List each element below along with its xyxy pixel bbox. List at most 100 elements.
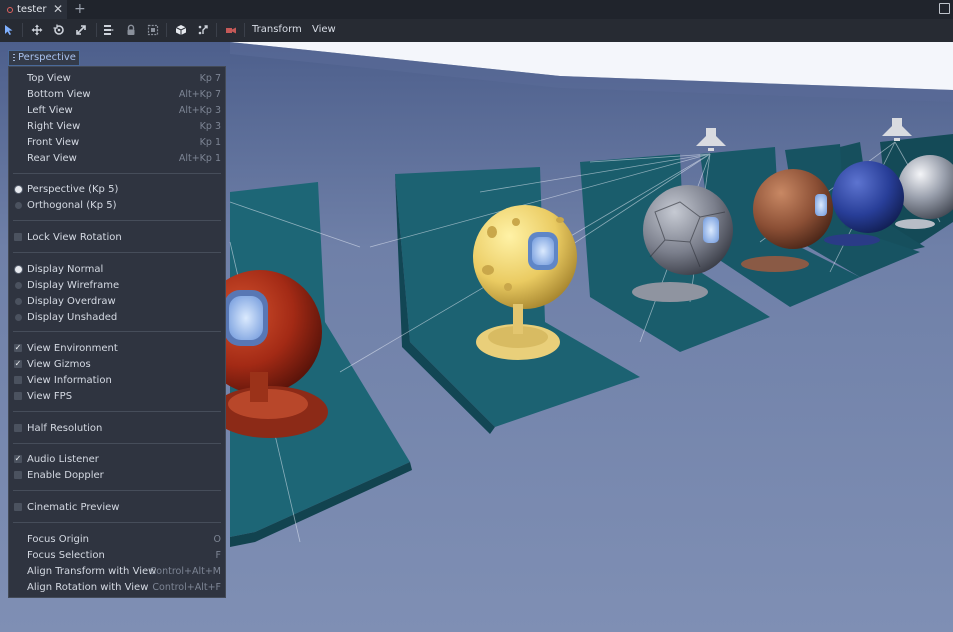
menu-item-label: Display Unshaded [27, 312, 118, 323]
menu-item-perspective[interactable]: Perspective (Kp 5) [9, 182, 225, 198]
radio-unselected-icon [15, 314, 22, 321]
menu-item-half-resolution[interactable]: Half Resolution [9, 421, 225, 437]
toolbar-separator [22, 23, 23, 37]
scene-tab[interactable]: tester ✕ [0, 0, 67, 19]
toolbar-separator [244, 23, 245, 37]
menu-item-label: Front View [27, 137, 80, 148]
menu-item-view-environment[interactable]: ✓ View Environment [9, 341, 225, 357]
unsaved-scene-icon [7, 6, 13, 13]
menu-item-label: Orthogonal (Kp 5) [27, 200, 117, 211]
checkbox-checked-icon: ✓ [14, 454, 22, 463]
menu-item-shortcut: F [215, 550, 221, 561]
checkbox-unchecked-icon [14, 424, 22, 432]
menu-item-label: Cinematic Preview [27, 502, 120, 513]
menu-separator [13, 522, 221, 523]
menu-item-cinematic-preview[interactable]: Cinematic Preview [9, 500, 225, 516]
menu-item-rear-view[interactable]: Rear View Alt+Kp 1 [9, 151, 225, 167]
menu-separator [13, 173, 221, 174]
checkbox-unchecked-icon [14, 503, 22, 511]
menu-item-label: Audio Listener [27, 454, 99, 465]
view-menu[interactable]: View [312, 23, 336, 37]
menu-item-label: Display Normal [27, 264, 104, 275]
menu-item-label: Focus Selection [27, 550, 105, 561]
select-arrow-icon[interactable] [2, 23, 16, 37]
toolbar-separator [96, 23, 97, 37]
menu-item-label: View Environment [27, 343, 118, 354]
checkbox-unchecked-icon [14, 392, 22, 400]
menu-item-view-information[interactable]: View Information [9, 373, 225, 389]
rotate-icon[interactable] [52, 23, 66, 37]
lock-icon[interactable] [124, 23, 138, 37]
checkbox-unchecked-icon [14, 471, 22, 479]
menu-item-label: Top View [27, 73, 71, 84]
menu-item-shortcut: Kp 1 [199, 137, 221, 148]
menu-item-display-overdraw[interactable]: Display Overdraw [9, 294, 225, 310]
radio-unselected-icon [15, 202, 22, 209]
menu-separator [13, 220, 221, 221]
menu-item-label: Enable Doppler [27, 470, 104, 481]
perspective-menu-button[interactable]: Perspective [8, 50, 80, 66]
close-tab-icon[interactable]: ✕ [53, 2, 63, 16]
menu-separator [13, 252, 221, 253]
menu-item-display-normal[interactable]: Display Normal [9, 262, 225, 278]
toolbar-separator [166, 23, 167, 37]
perspective-popup-menu: Top View Kp 7 Bottom View Alt+Kp 7 Left … [8, 66, 226, 598]
menu-item-view-gizmos[interactable]: ✓ View Gizmos [9, 357, 225, 373]
menu-item-focus-selection[interactable]: Focus Selection F [9, 548, 225, 564]
menu-item-label: Align Transform with View [27, 566, 157, 577]
perspective-button-label: Perspective [18, 52, 76, 63]
menu-item-align-transform[interactable]: Align Transform with View Control+Alt+M [9, 564, 225, 580]
menu-separator [13, 411, 221, 412]
snap-icon[interactable] [196, 23, 210, 37]
camera-icon[interactable] [224, 23, 238, 37]
checkbox-checked-icon: ✓ [14, 343, 22, 352]
menu-item-align-rotation[interactable]: Align Rotation with View Control+Alt+F [9, 580, 225, 596]
move-icon[interactable] [30, 23, 44, 37]
add-scene-icon[interactable]: + [74, 1, 86, 17]
menu-item-label: View Gizmos [27, 359, 91, 370]
menu-item-label: View FPS [27, 391, 73, 402]
menu-item-label: Bottom View [27, 89, 91, 100]
menu-item-label: Right View [27, 121, 81, 132]
list-select-icon[interactable] [102, 23, 116, 37]
menu-item-display-wireframe[interactable]: Display Wireframe [9, 278, 225, 294]
menu-item-lock-view-rotation[interactable]: Lock View Rotation [9, 230, 225, 246]
radio-selected-icon [15, 186, 22, 193]
radio-selected-icon [15, 266, 22, 273]
menu-item-view-fps[interactable]: View FPS [9, 389, 225, 405]
drag-handle-icon [13, 54, 15, 62]
scale-icon[interactable] [74, 23, 88, 37]
menu-item-top-view[interactable]: Top View Kp 7 [9, 71, 225, 87]
menu-item-label: Align Rotation with View [27, 582, 149, 593]
scene-tab-bar: tester ✕ + [0, 0, 953, 19]
menu-separator [13, 443, 221, 444]
checkbox-checked-icon: ✓ [14, 359, 22, 368]
menu-item-shortcut: Kp 3 [199, 121, 221, 132]
menu-item-shortcut: Alt+Kp 1 [178, 153, 221, 164]
menu-item-enable-doppler[interactable]: Enable Doppler [9, 468, 225, 484]
menu-item-shortcut: Alt+Kp 7 [178, 89, 221, 100]
menu-item-shortcut: Kp 7 [199, 73, 221, 84]
menu-item-label: Display Overdraw [27, 296, 116, 307]
menu-item-display-unshaded[interactable]: Display Unshaded [9, 310, 225, 326]
menu-item-front-view[interactable]: Front View Kp 1 [9, 135, 225, 151]
menu-separator [13, 331, 221, 332]
menu-item-shortcut: Control+Alt+F [152, 582, 221, 593]
toolbar-separator [216, 23, 217, 37]
menu-item-left-view[interactable]: Left View Alt+Kp 3 [9, 103, 225, 119]
group-icon[interactable] [146, 23, 160, 37]
menu-item-focus-origin[interactable]: Focus Origin O [9, 532, 225, 548]
transform-menu[interactable]: Transform [252, 23, 302, 37]
menu-item-audio-listener[interactable]: ✓ Audio Listener [9, 452, 225, 468]
checkbox-unchecked-icon [14, 233, 22, 241]
menu-item-right-view[interactable]: Right View Kp 3 [9, 119, 225, 135]
menu-item-orthogonal[interactable]: Orthogonal (Kp 5) [9, 198, 225, 214]
menu-item-label: Left View [27, 105, 73, 116]
distraction-free-icon[interactable] [939, 3, 950, 14]
menu-item-label: Focus Origin [27, 534, 89, 545]
radio-unselected-icon [15, 298, 22, 305]
local-space-icon[interactable] [174, 23, 188, 37]
menu-separator [13, 490, 221, 491]
menu-item-shortcut: Alt+Kp 3 [178, 105, 221, 116]
menu-item-bottom-view[interactable]: Bottom View Alt+Kp 7 [9, 87, 225, 103]
